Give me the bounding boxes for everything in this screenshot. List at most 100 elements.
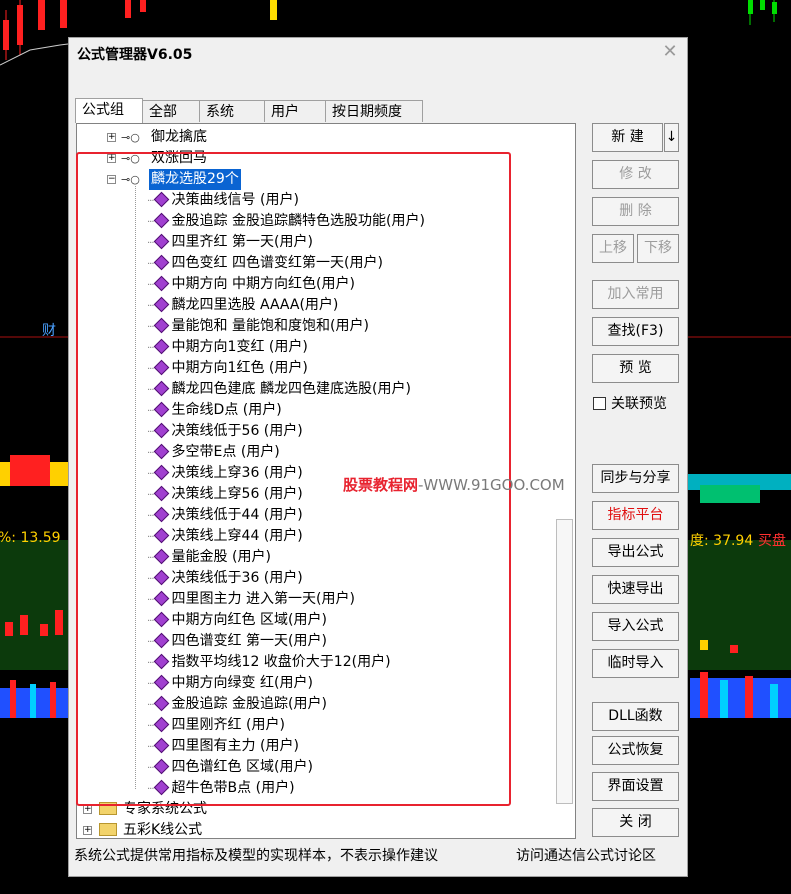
key-icon: ⊸○ <box>121 131 140 144</box>
new-button[interactable]: 新 建 <box>592 123 663 152</box>
formula-item-label: 指数平均线12 收盘价大于12(用户) <box>171 654 391 670</box>
tree-connector: ··· <box>147 679 154 690</box>
tree-connector: ··· <box>147 448 154 459</box>
background-left-value: %: 13.59 <box>0 530 61 546</box>
formula-item-label: 金股追踪 金股追踪麟特色选股功能(用户) <box>171 213 425 229</box>
formula-diamond-icon <box>153 464 169 480</box>
sync-share-button[interactable]: 同步与分享 <box>592 464 679 493</box>
formula-item-label: 量能饱和 量能饱和度饱和(用户) <box>171 318 369 334</box>
formula-item-content: ··· 四里图有主力 (用户) <box>147 736 299 758</box>
formula-item-label: 决策线上穿36 (用户) <box>171 465 303 481</box>
tree-connector: ··· <box>147 385 154 396</box>
tree-connector: ··· <box>147 196 154 207</box>
preview-button[interactable]: 预 览 <box>592 354 679 383</box>
tree-connector: ··· <box>147 742 154 753</box>
title-bar[interactable]: 公式管理器V6.05 ✕ <box>69 38 687 68</box>
tree-connector: ··· <box>147 763 154 774</box>
formula-item-content: ··· 决策线上穿44 (用户) <box>147 526 303 548</box>
temp-import-button[interactable]: 临时导入 <box>592 649 679 678</box>
new-button-label: 新 建 <box>611 129 644 145</box>
tree-connector: ··· <box>147 637 154 648</box>
export-formula-button[interactable]: 导出公式 <box>592 538 679 567</box>
delete-button[interactable]: 删 除 <box>592 197 679 226</box>
tree-group-label: 御龙擒底 <box>151 129 207 145</box>
quick-export-button[interactable]: 快速导出 <box>592 575 679 604</box>
forum-link[interactable]: 访问通达信公式讨论区 <box>516 845 656 865</box>
formula-diamond-icon <box>153 317 169 333</box>
linked-preview-label: 关联预览 <box>611 396 667 412</box>
tab-system[interactable]: 系统 <box>199 100 265 122</box>
tree-connector-line <box>135 186 136 789</box>
background-right-tag: 买盘 <box>758 533 786 549</box>
formula-item-content: ··· 四里齐红 第一天(用户) <box>147 232 313 254</box>
find-button[interactable]: 查找(F3) <box>592 317 679 346</box>
tree-connector: ··· <box>147 595 154 606</box>
tab-all[interactable]: 全部 <box>142 100 200 122</box>
formula-diamond-icon <box>153 674 169 690</box>
dropdown-arrow-icon: ↓ <box>665 129 678 145</box>
tab-date-frequency[interactable]: 按日期频度 <box>325 100 423 122</box>
tree-group-label: 双涨回马 <box>151 150 207 166</box>
formula-diamond-icon <box>153 275 169 291</box>
formula-diamond-icon <box>153 611 169 627</box>
formula-item-label: 麟龙四色建底 麟龙四色建底选股(用户) <box>171 381 411 397</box>
formula-diamond-icon <box>153 548 169 564</box>
formula-item-content: ··· 量能饱和 量能饱和度饱和(用户) <box>147 316 369 338</box>
tree-connector: ··· <box>147 721 154 732</box>
formula-diamond-icon <box>153 695 169 711</box>
formula-diamond-icon <box>153 296 169 312</box>
formula-item-content: ··· 四色谱变红 第一天(用户) <box>147 631 327 653</box>
tree-connector: ··· <box>147 427 154 438</box>
expand-plus-icon[interactable]: + <box>107 133 116 142</box>
formula-diamond-icon <box>153 254 169 270</box>
new-dropdown-button[interactable]: ↓ <box>664 123 679 152</box>
formula-item-content: ··· 金股追踪 金股追踪麟特色选股功能(用户) <box>147 211 425 233</box>
formula-item-content: ··· 中期方向1变红 (用户) <box>147 337 308 359</box>
tree-scrollbar[interactable] <box>556 519 573 804</box>
folder-icon <box>99 801 117 815</box>
formula-diamond-icon <box>153 380 169 396</box>
formula-item-label: 中期方向1红色 (用户) <box>171 360 308 376</box>
formula-item-content: ··· 多空带E点 (用户) <box>147 442 280 464</box>
move-down-button[interactable]: 下移 <box>637 234 679 263</box>
formula-diamond-icon <box>153 653 169 669</box>
formula-diamond-icon <box>153 569 169 585</box>
indicator-platform-button[interactable]: 指标平台 <box>592 501 679 530</box>
collapse-minus-icon[interactable]: − <box>107 175 116 184</box>
formula-item-label: 中期方向 中期方向红色(用户) <box>171 276 355 292</box>
dll-function-button[interactable]: DLL函数 <box>592 702 679 731</box>
tree-connector: ··· <box>147 259 154 270</box>
tree-connector: ··· <box>147 574 154 585</box>
expand-plus-icon[interactable]: + <box>83 826 92 835</box>
formula-diamond-icon <box>153 758 169 774</box>
formula-diamond-icon <box>153 212 169 228</box>
formula-item-content: ··· 中期方向1红色 (用户) <box>147 358 308 380</box>
expand-plus-icon[interactable]: + <box>83 805 92 814</box>
formula-item-label: 四色谱变红 第一天(用户) <box>171 633 327 649</box>
formula-item-content: ··· 四里图主力 进入第一天(用户) <box>147 589 355 611</box>
formula-item-content: ··· 中期方向 中期方向红色(用户) <box>147 274 355 296</box>
close-button[interactable]: 关 闭 <box>592 808 679 837</box>
import-formula-button[interactable]: 导入公式 <box>592 612 679 641</box>
formula-item-label: 决策线上穿56 (用户) <box>171 486 303 502</box>
formula-diamond-icon <box>153 359 169 375</box>
restore-formula-button[interactable]: 公式恢复 <box>592 736 679 765</box>
expand-plus-icon[interactable]: + <box>107 154 116 163</box>
add-common-button[interactable]: 加入常用 <box>592 280 679 309</box>
close-icon[interactable]: ✕ <box>659 41 681 63</box>
formula-item-label: 中期方向绿变 红(用户) <box>171 675 313 691</box>
formula-item-label: 决策线低于44 (用户) <box>171 507 303 523</box>
ui-settings-button[interactable]: 界面设置 <box>592 772 679 801</box>
move-up-button[interactable]: 上移 <box>592 234 634 263</box>
formula-item-label: 中期方向1变红 (用户) <box>171 339 308 355</box>
formula-diamond-icon <box>153 422 169 438</box>
edit-button[interactable]: 修 改 <box>592 160 679 189</box>
formula-item-content: ··· 金股追踪 金股追踪(用户) <box>147 694 327 716</box>
formula-diamond-icon <box>153 506 169 522</box>
tab-formula-group[interactable]: 公式组 <box>75 98 143 123</box>
tab-user[interactable]: 用户 <box>264 100 326 122</box>
formula-item-label: 麟龙四里选股 AAAA(用户) <box>171 297 339 313</box>
formula-item-content: ··· 四里刚齐红 (用户) <box>147 715 285 737</box>
linked-preview-checkbox[interactable] <box>593 397 606 410</box>
folder-entry: 专家系统公式 <box>99 799 207 820</box>
